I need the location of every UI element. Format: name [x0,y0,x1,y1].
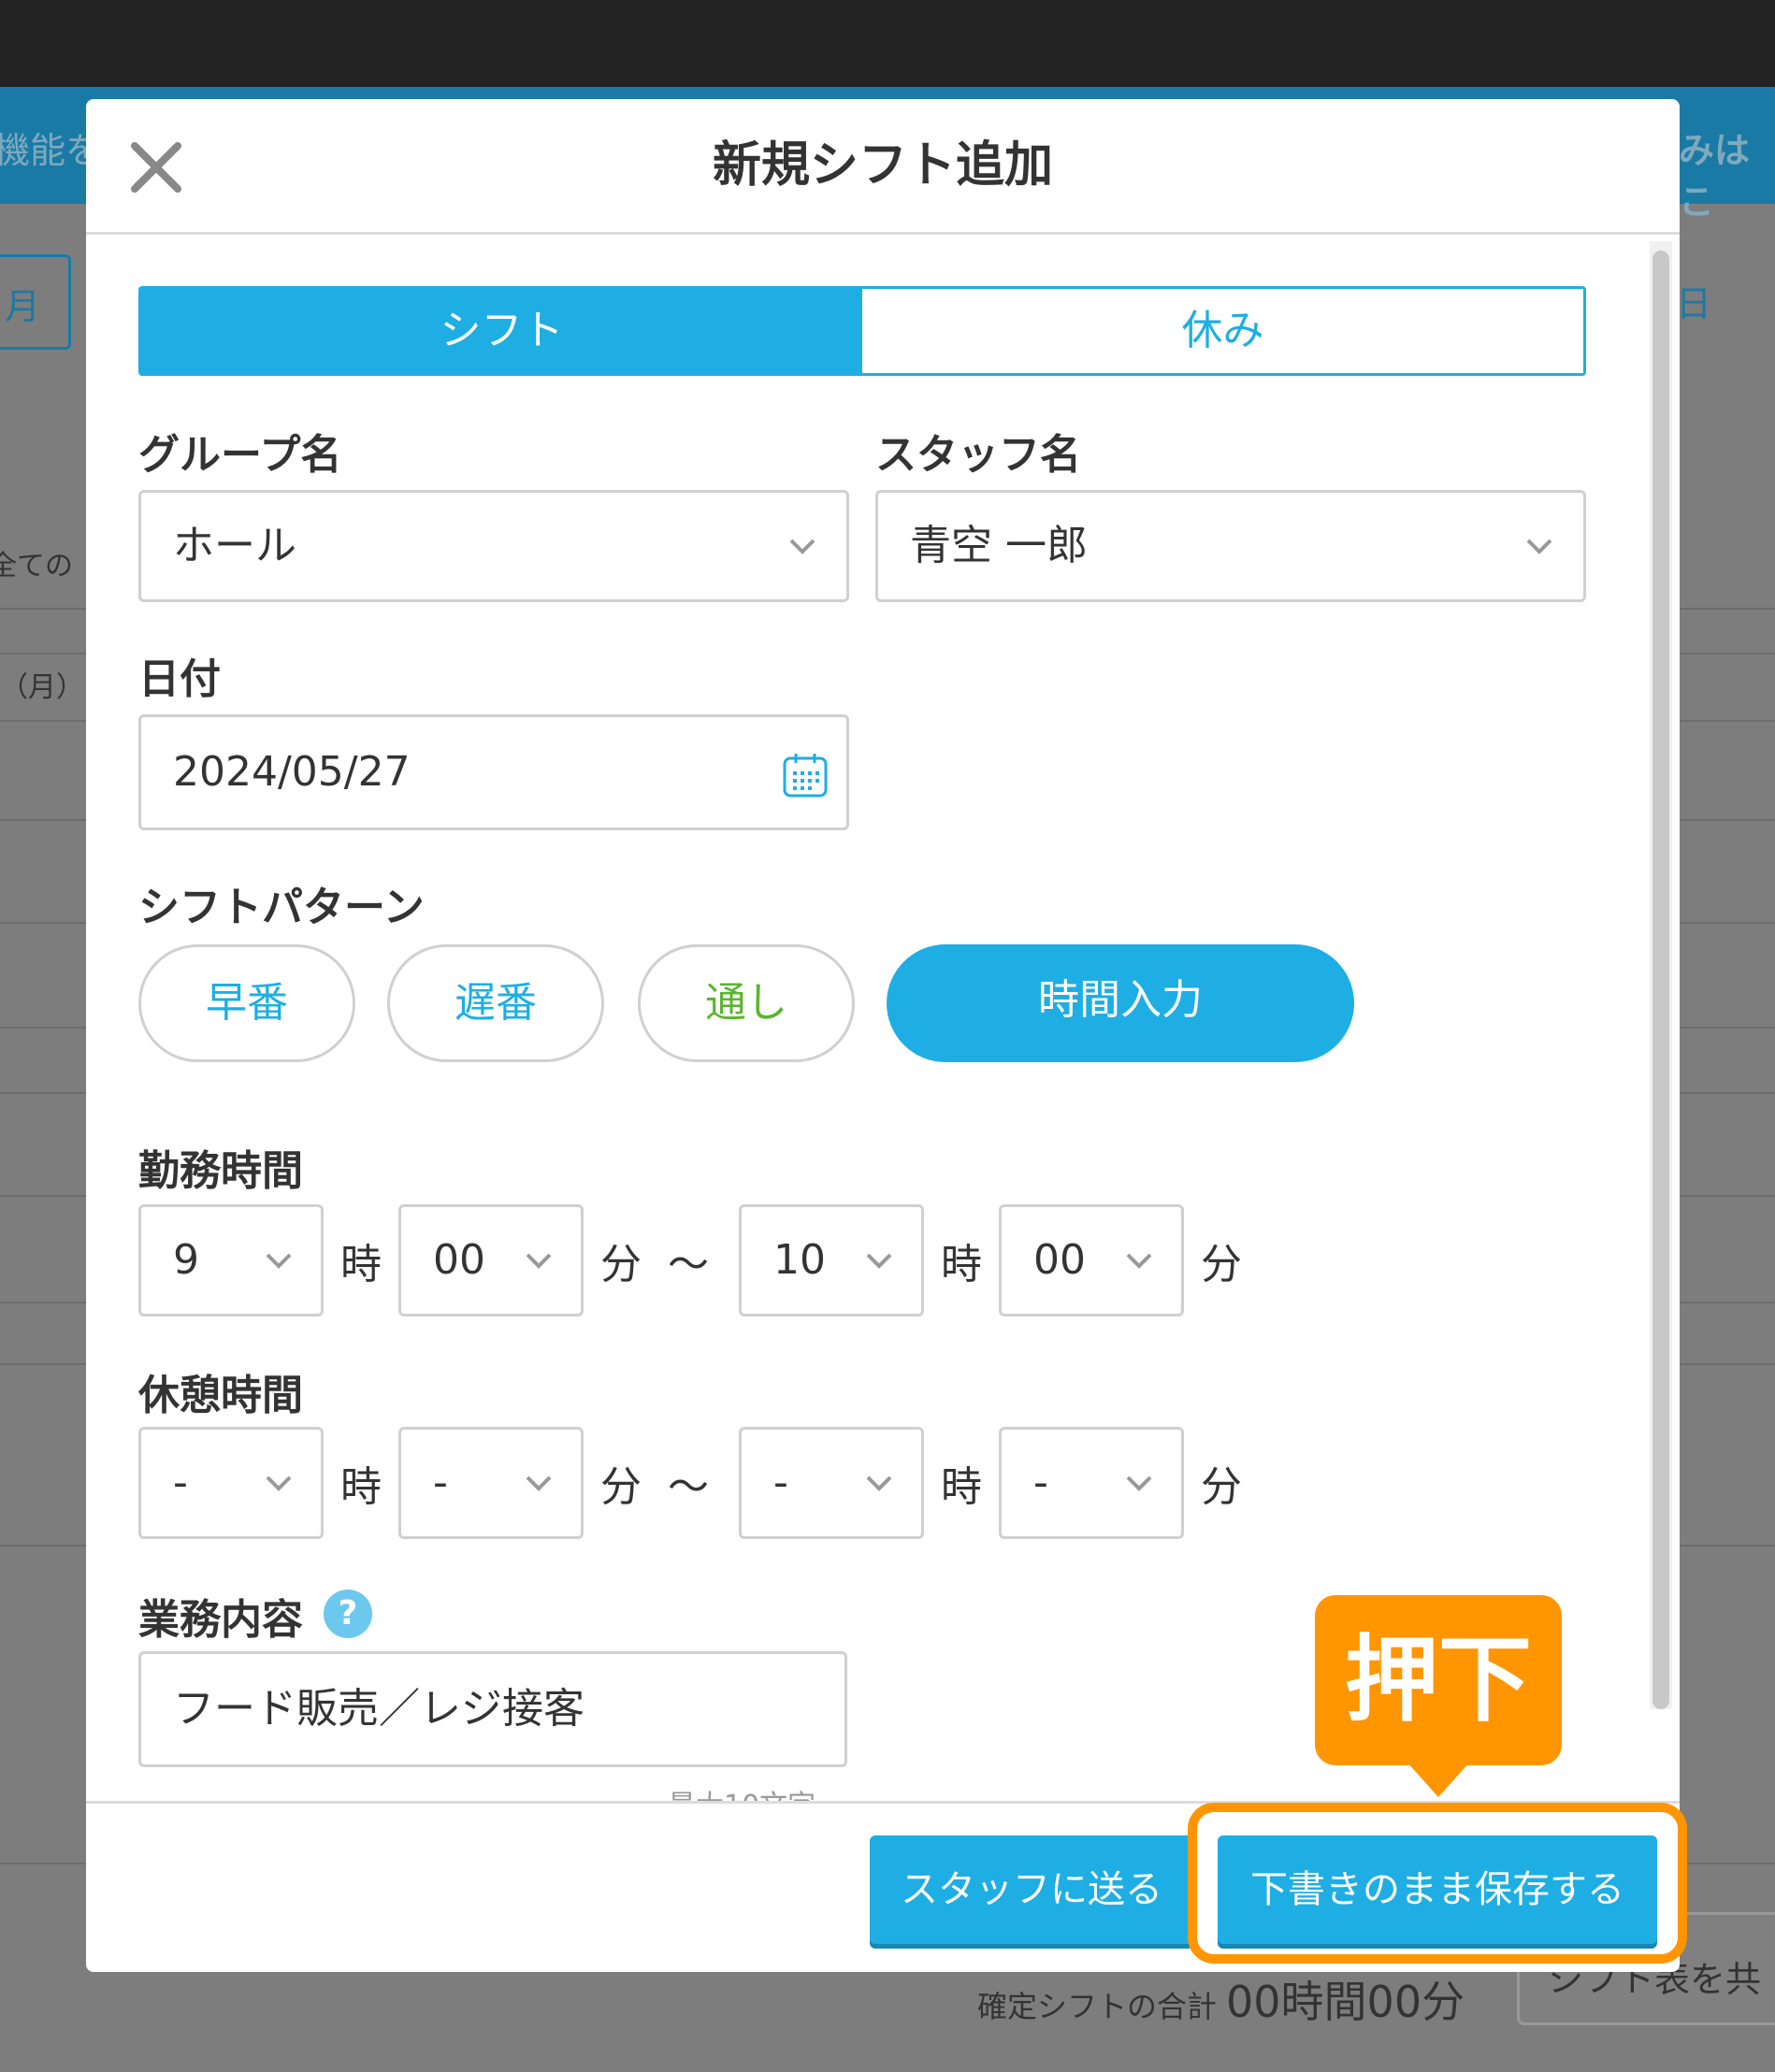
chevron-down-icon [266,1475,292,1491]
chevron-down-icon [526,1475,552,1491]
hour-unit: 時 [941,1241,982,1288]
chevron-down-icon [266,1253,292,1269]
scrollbar-thumb[interactable] [1652,251,1669,1709]
tab-holiday[interactable]: 休み [862,289,1583,373]
callout-pointer [1407,1762,1470,1797]
range-tilde: 〜 [668,1241,709,1288]
date-label: 日付 [138,655,221,703]
date-input[interactable]: 2024/05/27 [138,714,849,830]
work-start-minute-select[interactable]: 00 [398,1204,584,1317]
close-icon[interactable] [123,135,189,200]
shift-pattern-label: シフトパターン [138,884,425,931]
pattern-full-button[interactable]: 通し [638,944,855,1062]
send-to-staff-button[interactable]: スタッフに送る [870,1835,1193,1944]
hour-unit: 時 [340,1241,382,1288]
pattern-late-button[interactable]: 遅番 [387,944,604,1062]
break-end-minute-select[interactable]: - [999,1427,1184,1539]
hour-unit: 時 [340,1463,382,1511]
calendar-icon[interactable] [781,751,830,799]
group-select[interactable]: ホール [138,490,849,602]
device-top-bar [0,0,1775,87]
chevron-down-icon [866,1253,892,1269]
bg-day-button-text: 日 [1676,283,1712,324]
chevron-down-icon [1526,539,1552,554]
hour-unit: 時 [941,1463,982,1511]
chevron-down-icon [526,1253,552,1269]
press-callout: 押下 [1315,1595,1562,1765]
minute-unit: 分 [600,1463,642,1511]
bg-header-text-right: みはこ [1679,130,1751,223]
break-end-hour-select[interactable]: - [739,1427,924,1539]
staff-label: スタッフ名 [875,431,1081,479]
tab-shift[interactable]: シフト [141,289,862,373]
confirmed-shift-total: 確定シフトの合計 00時間00分 [977,1977,1465,2027]
shift-type-tabs: シフト 休み [138,286,1586,376]
range-tilde: 〜 [668,1463,709,1511]
work-start-hour-select[interactable]: 9 [138,1204,324,1317]
bg-day-label: （月） [0,671,84,704]
modal-header: 新規シフト追加 [86,99,1680,235]
pattern-time-input-button[interactable]: 時間入力 [887,944,1354,1062]
task-label: 業務内容 [138,1596,303,1644]
work-end-hour-select[interactable]: 10 [739,1204,924,1317]
work-end-minute-select[interactable]: 00 [999,1204,1184,1317]
chevron-down-icon [789,539,815,554]
minute-unit: 分 [1201,1463,1242,1511]
break-start-minute-select[interactable]: - [398,1427,584,1539]
work-time-label: 勤務時間 [138,1147,303,1195]
minute-unit: 分 [600,1241,642,1288]
break-start-hour-select[interactable]: - [138,1427,324,1539]
task-input[interactable]: フード販売／レジ接客 [138,1651,847,1767]
staff-select[interactable]: 青空 一郎 [875,490,1586,602]
break-time-label: 休憩時間 [138,1372,303,1419]
chevron-down-icon [1126,1475,1152,1491]
help-icon[interactable]: ? [324,1590,372,1638]
chevron-down-icon [866,1475,892,1491]
highlight-box [1188,1803,1687,1964]
modal-title: 新規シフト追加 [712,137,1053,194]
bg-month-button: 月 [0,254,71,350]
chevron-down-icon [1126,1253,1152,1269]
group-label: グループ名 [138,431,342,479]
pattern-early-button[interactable]: 早番 [138,944,355,1062]
minute-unit: 分 [1201,1241,1242,1288]
modal-scrollbar[interactable] [1650,241,1672,1709]
bg-filter-text: 全ての [0,550,73,583]
